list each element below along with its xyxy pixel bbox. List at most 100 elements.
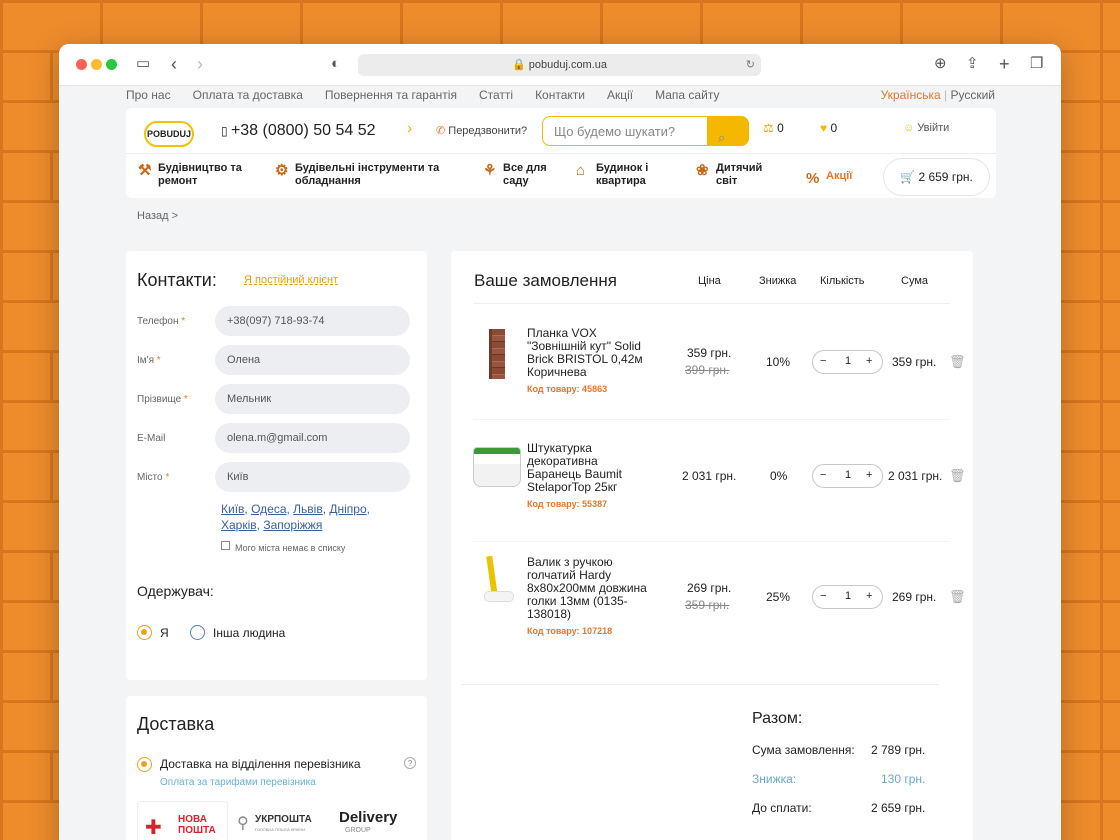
- category-tools[interactable]: ⚙ Будівельні інструменти та обладнання: [275, 162, 465, 188]
- nova-poshta-logo-icon: ✚: [145, 817, 162, 839]
- maximize-window-button[interactable]: [106, 59, 117, 70]
- cart-total: 2 659 грн.: [918, 170, 973, 184]
- city-link-odesa[interactable]: Одеса: [251, 502, 286, 516]
- nav-articles[interactable]: Статті: [479, 88, 513, 102]
- quantity-stepper: − 1 +: [812, 464, 883, 488]
- category-construction[interactable]: ⚒ Будівництво та ремонт: [138, 162, 268, 188]
- cart-button[interactable]: 🛒 2 659 грн.: [883, 158, 990, 196]
- name-line: StelaporTop 25кг: [527, 480, 618, 494]
- city-link-zaporizhzhia[interactable]: Запоріжжя: [263, 518, 322, 532]
- city-link-kharkiv[interactable]: Харків: [221, 518, 257, 532]
- help-icon[interactable]: ?: [404, 757, 416, 769]
- site-logo[interactable]: POBUDUJ: [144, 121, 194, 147]
- category-home[interactable]: ⌂ Будинок і квартира: [576, 162, 666, 188]
- login-button[interactable]: ☺ Увійти: [903, 122, 949, 134]
- search-button[interactable]: ⌕: [707, 116, 749, 146]
- no-city-checkbox[interactable]: [221, 541, 230, 550]
- col-discount: Знижка: [759, 275, 797, 287]
- category-label: Будинок і квартира: [596, 162, 649, 187]
- sidebar-icon[interactable]: ▭: [136, 55, 150, 73]
- callback-link[interactable]: ✆ Передзвонити?: [436, 124, 527, 137]
- shield-icon[interactable]: ◐: [331, 55, 340, 73]
- minus-button[interactable]: −: [820, 469, 826, 481]
- compare-button[interactable]: ⚖ 0: [763, 121, 784, 135]
- item-old-price: 359 грн.: [685, 598, 730, 612]
- city-field[interactable]: Київ: [215, 462, 410, 492]
- category-kids[interactable]: ❀ Дитячий світ: [696, 162, 771, 188]
- product-image-brick[interactable]: [489, 329, 505, 379]
- name-field[interactable]: Олена: [215, 345, 410, 375]
- back-icon[interactable]: ‹: [171, 55, 177, 73]
- carrier-nova-poshta[interactable]: ✚ НОВА ПОШТА: [137, 801, 228, 840]
- lang-ukrainian[interactable]: Українська: [881, 88, 941, 102]
- forward-icon[interactable]: ›: [197, 55, 203, 73]
- category-promotions[interactable]: % Акції: [806, 170, 852, 186]
- plus-button[interactable]: +: [866, 469, 872, 481]
- minus-button[interactable]: −: [820, 355, 826, 367]
- favorites-button[interactable]: ♥ 0: [820, 121, 837, 135]
- share-icon[interactable]: ⇪: [966, 55, 979, 73]
- scales-icon: ⚖: [763, 121, 774, 135]
- toy-icon: ❀: [696, 162, 709, 179]
- language-switch: Українська | Русский: [880, 88, 995, 102]
- download-icon[interactable]: ⊕: [934, 55, 947, 73]
- no-city-label: Мого міста немає в списку: [235, 543, 346, 553]
- recipient-other-radio[interactable]: [190, 625, 205, 640]
- order-sum-label: Сума замовлення:: [752, 743, 855, 757]
- breadcrumb-back[interactable]: Назад >: [137, 210, 178, 222]
- trash-icon[interactable]: 🗑: [949, 354, 966, 370]
- item-name[interactable]: Планка VOX "Зовнішній кут" Solid Brick BRI…: [527, 327, 643, 379]
- category-garden[interactable]: ⚘ Все для саду: [483, 162, 563, 188]
- surname-field[interactable]: Мельник: [215, 384, 410, 414]
- fav-count: 0: [830, 121, 838, 135]
- item-name[interactable]: Валик з ручкою голчатий Hardy 8x80x200мм д…: [527, 556, 647, 621]
- minimize-window-button[interactable]: [91, 59, 102, 70]
- item-code: Код товару: 55387: [527, 499, 608, 509]
- minus-button[interactable]: −: [820, 590, 826, 602]
- item-price: 359 грн.: [687, 346, 732, 360]
- order-title: Ваше замовлення: [474, 271, 617, 290]
- city-link-dnipro[interactable]: Дніпро: [329, 502, 366, 516]
- product-image-roller[interactable]: [484, 591, 514, 602]
- nav-sitemap[interactable]: Мапа сайту: [655, 88, 719, 102]
- nav-about[interactable]: Про нас: [126, 88, 171, 102]
- carrier-delivery-group[interactable]: Delivery GROUP: [339, 809, 414, 834]
- phone-field[interactable]: +38(097) 718-93-74: [215, 306, 410, 336]
- category-menu: ⚒ Будівництво та ремонт ⚙ Будівельні інстр…: [126, 153, 996, 198]
- city-link-lviv[interactable]: Львів: [293, 502, 323, 516]
- address-bar[interactable]: 🔒 pobuduj.com.ua ↻: [358, 54, 761, 76]
- reload-icon[interactable]: ↻: [746, 54, 755, 76]
- phone-number[interactable]: ▯ +38 (0800) 50 54 52: [221, 122, 376, 140]
- trash-icon[interactable]: 🗑: [949, 589, 966, 605]
- nav-returns[interactable]: Повернення та гарантія: [325, 88, 457, 102]
- category-label: Дитячий світ: [716, 162, 763, 187]
- plus-button[interactable]: +: [866, 355, 872, 367]
- label-text: Ім'я: [137, 355, 154, 366]
- breadcrumb-text: Назад: [137, 210, 169, 222]
- phone-text: +38 (0800) 50 54 52: [230, 122, 376, 139]
- item-name[interactable]: Штукатурка декоративна Баранець Baumit Stel…: [527, 442, 622, 494]
- row-divider: [473, 419, 950, 420]
- email-field[interactable]: olena.m@gmail.com: [215, 423, 410, 453]
- close-window-button[interactable]: [76, 59, 87, 70]
- nav-contacts[interactable]: Контакти: [535, 88, 585, 102]
- delivery-option-radio[interactable]: [137, 757, 152, 772]
- trash-icon[interactable]: 🗑: [949, 468, 966, 484]
- chevron-right-icon[interactable]: ›: [407, 120, 412, 138]
- tabs-overview-icon[interactable]: ❐: [1030, 55, 1043, 73]
- plus-button[interactable]: +: [866, 590, 872, 602]
- nav-payment[interactable]: Оплата та доставка: [193, 88, 303, 102]
- new-tab-icon[interactable]: +: [999, 55, 1010, 73]
- delivery-title: Доставка: [137, 714, 215, 734]
- recipient-me-radio[interactable]: [137, 625, 152, 640]
- item-sum: 2 031 грн.: [888, 469, 943, 483]
- browser-window: ▭ ‹ › ◐ 🔒 pobuduj.com.ua ↻ ⊕ ⇪ + ❐ Про на…: [59, 44, 1061, 840]
- search-input[interactable]: Що будемо шукати? ⌕: [542, 116, 749, 146]
- product-image-bucket[interactable]: [473, 447, 521, 487]
- nav-promotions[interactable]: Акції: [607, 88, 633, 102]
- item-discount: 25%: [766, 590, 791, 604]
- lang-russian[interactable]: Русский: [950, 88, 995, 102]
- regular-client-link[interactable]: Я постійний клієнт: [244, 274, 338, 286]
- garden-tools-icon: ⚘: [483, 162, 497, 179]
- city-link-kyiv[interactable]: Київ: [221, 502, 244, 516]
